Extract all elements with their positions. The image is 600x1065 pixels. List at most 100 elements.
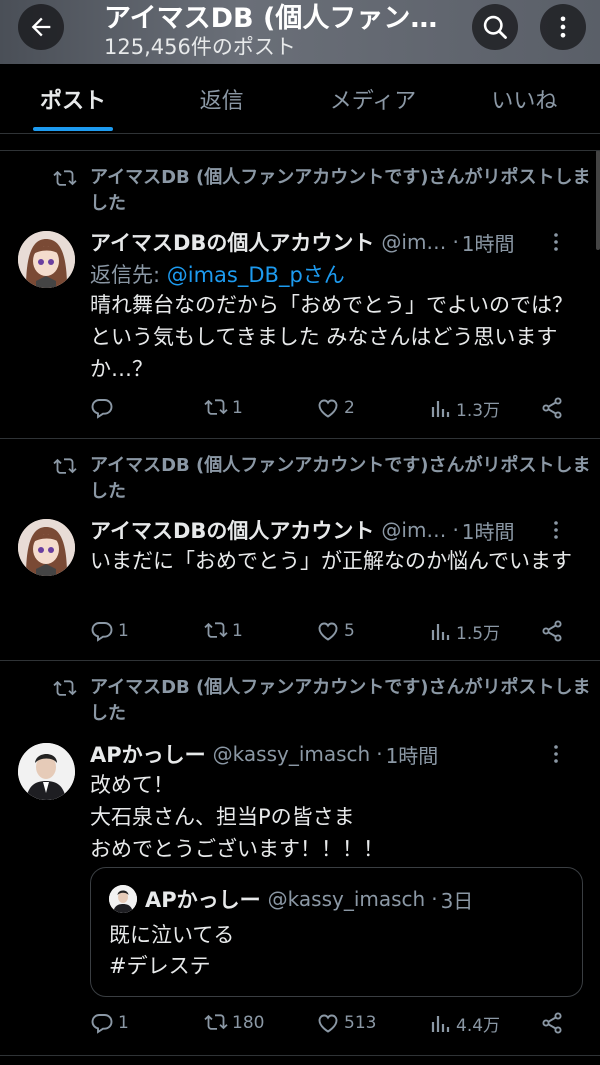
repost-indicator: アイマスDB (個人ファンアカウントです)さんがリポストしました [52,165,592,217]
post-body: いまだに「おめでとう」が正解なのか悩んでいます [90,549,572,573]
reply-button[interactable] [90,396,118,420]
post-more-icon[interactable] [544,518,568,542]
share-button[interactable] [540,619,564,643]
post-count: 125,456件のポスト [104,35,296,59]
tab-label: いいね [491,88,558,114]
reply-to-line: 返信先: @imas_DB_pさん [90,259,345,289]
share-button[interactable] [540,1011,564,1035]
tab-likes[interactable]: いいね [449,64,600,133]
quoted-post-body: 既に泣いてる #デレステ [109,923,235,978]
separator-dot: · [452,230,459,254]
reply-count: 1 [118,1013,129,1033]
repost-indicator: アイマスDB (個人ファンアカウントです)さんがリポストしました [52,675,592,727]
author-name[interactable]: アイマスDBの個人アカウント [90,227,374,257]
post-separator [0,1055,600,1065]
post-time[interactable]: 1時間 [462,516,515,545]
like-count: 513 [344,1013,377,1033]
repost-indicator: アイマスDB (個人ファンアカウントです)さんがリポストしました [52,453,592,505]
post-item[interactable]: アイマスDB (個人ファンアカウントです)さんがリポストしました APかっしー … [0,660,600,1055]
tab-label: メディア [329,88,417,114]
repost-icon [204,399,228,415]
post-item[interactable]: アイマスDB (個人ファンアカウントです)さんがリポストしました アイマスDBの… [0,438,600,660]
arrow-left-icon [31,17,51,37]
like-count: 2 [344,398,355,418]
quoted-author-handle: @kassy_imasch [267,887,426,911]
repost-icon [53,458,77,474]
anime-avatar-icon [18,519,75,576]
separator-dot: · [376,742,383,766]
view-count: 1.5万 [456,624,501,644]
person-avatar-icon [18,743,75,800]
profile-title: アイマスDB (個人ファン… [104,3,438,34]
like-button[interactable]: 513 [316,1011,376,1035]
post-time[interactable]: 1時間 [386,740,439,769]
tab-posts[interactable]: ポスト [0,64,146,133]
views-button[interactable]: 1.5万 [428,619,500,644]
share-icon [542,1012,562,1034]
author-handle[interactable]: @im… [381,230,446,254]
quoted-post[interactable]: APかっしー @kassy_imasch · 3日 既に泣いてる #デレステ [90,867,583,997]
like-button[interactable]: 5 [316,619,355,643]
search-icon [483,15,507,39]
repost-button[interactable]: 1 [204,619,243,643]
author-name[interactable]: アイマスDBの個人アカウント [90,515,374,545]
post-author-row: アイマスDBの個人アカウント @im… · 1時間 [90,227,580,257]
author-handle[interactable]: @kassy_imasch [213,742,371,766]
reply-count: 1 [118,621,129,641]
repost-label: アイマスDB (個人ファンアカウントです)さんがリポストしました [90,455,591,502]
tab-media[interactable]: メディア [297,64,448,133]
quoted-author-name: APかっしー [145,888,261,912]
reply-button[interactable]: 1 [90,1011,129,1035]
post-time[interactable]: 1時間 [462,228,515,257]
quoted-post-time: 3日 [440,888,474,913]
post-author-row: アイマスDBの個人アカウント @im… · 1時間 [90,515,580,545]
repost-count: 1 [232,398,243,418]
person-avatar-icon [109,885,137,913]
profile-header: アイマスDB (個人ファン… 125,456件のポスト [0,0,600,64]
avatar[interactable] [18,519,75,576]
reply-icon [91,1014,113,1034]
post-body: 改めて！ 大石泉さん、担当Pの皆さま おめでとうございます！！！！ [90,773,384,861]
author-name[interactable]: APかっしー [90,739,206,769]
post-body: 晴れ舞台なのだから「おめでとう」でよいのでは？という気もしてきました みなさんは… [90,293,573,381]
like-count: 5 [344,621,355,641]
avatar[interactable] [18,743,75,800]
repost-icon [53,170,77,186]
reply-mention-link[interactable]: @imas_DB_pさん [167,263,345,287]
quoted-avatar [109,885,137,913]
post-more-icon[interactable] [544,742,568,766]
tab-label: 返信 [199,88,244,114]
more-options-button[interactable] [540,4,586,50]
tab-replies[interactable]: 返信 [146,64,297,133]
reply-icon [91,622,113,642]
views-bar-icon [431,400,450,417]
repost-icon [53,680,77,696]
views-button[interactable]: 4.4万 [428,1011,500,1036]
avatar[interactable] [18,231,75,288]
views-bar-icon [431,623,450,640]
repost-count: 1 [232,621,243,641]
view-count: 1.3万 [456,401,501,421]
anime-avatar-icon [18,231,75,288]
tab-label: ポスト [39,88,106,114]
repost-icon [204,1014,228,1030]
share-button[interactable] [540,396,564,420]
quoted-author-row: APかっしー @kassy_imasch · 3日 [109,884,473,914]
share-icon [542,397,562,419]
repost-button[interactable]: 1 [204,396,243,420]
more-vertical-icon [560,16,566,38]
author-handle[interactable]: @im… [381,518,446,542]
repost-icon [204,622,228,638]
back-button[interactable] [18,4,64,50]
post-actions: 1 1 5 1.5万 [90,619,580,649]
repost-count: 180 [232,1013,265,1033]
reply-button[interactable]: 1 [90,619,129,643]
like-button[interactable]: 2 [316,396,355,420]
post-more-icon[interactable] [544,230,568,254]
search-button[interactable] [472,4,518,50]
reply-prefix: 返信先: [90,263,161,287]
post-item[interactable]: アイマスDB (個人ファンアカウントです)さんがリポストしました アイマスDBの… [0,150,600,438]
profile-tabs: ポスト 返信 メディア いいね [0,64,600,134]
views-button[interactable]: 1.3万 [428,396,500,421]
repost-button[interactable]: 180 [204,1011,264,1035]
